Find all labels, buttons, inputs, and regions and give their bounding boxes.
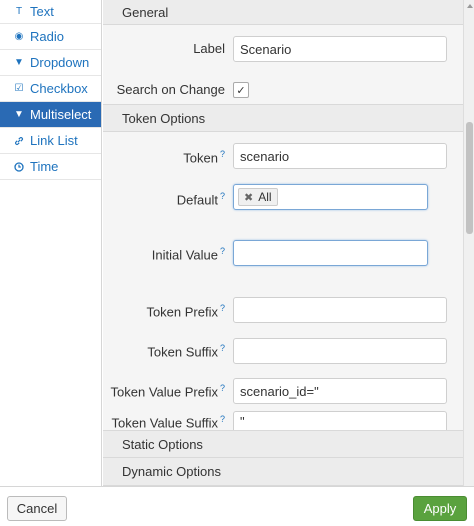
- section-dynamic-options-header[interactable]: Dynamic Options: [103, 458, 463, 486]
- sidebar-item-label: Multiselect: [30, 107, 92, 122]
- checkbox-icon: ☑: [14, 83, 24, 94]
- token-prefix-label: Token Prefix?: [146, 303, 225, 319]
- help-icon[interactable]: ?: [220, 343, 225, 353]
- default-label-text: Default: [176, 192, 218, 208]
- row-initial-value: Initial Value?: [103, 230, 463, 286]
- cancel-button[interactable]: Cancel: [7, 496, 67, 521]
- search-on-change-label: Search on Change: [116, 82, 225, 97]
- initial-value-label-text: Initial Value: [151, 247, 218, 263]
- token-value-suffix-label-text: Token Value Suffix: [111, 415, 218, 430]
- sidebar-item-text[interactable]: T Text: [0, 0, 101, 24]
- label-field-label: Label: [193, 41, 225, 56]
- token-prefix-label-text: Token Prefix: [146, 304, 218, 320]
- token-suffix-label-text: Token Suffix: [147, 344, 218, 360]
- sidebar-item-label: Dropdown: [30, 55, 90, 70]
- apply-button[interactable]: Apply: [413, 496, 467, 521]
- link-icon: [14, 136, 24, 146]
- token-suffix-input[interactable]: [233, 338, 447, 364]
- clock-icon: [14, 161, 24, 172]
- chip-label: All: [258, 190, 272, 204]
- panel-scrollbar[interactable]: [463, 0, 474, 486]
- initial-value-label: Initial Value?: [152, 246, 225, 262]
- section-general-body: Label Scenario Search on Change ✓: [103, 25, 463, 104]
- radio-icon: ◉: [14, 31, 24, 42]
- token-value-suffix-input[interactable]: ": [233, 411, 447, 430]
- initial-value-multiselect[interactable]: [233, 240, 428, 266]
- default-label: Default?: [177, 191, 225, 207]
- section-title: Static Options: [122, 436, 203, 452]
- label-input[interactable]: Scenario: [233, 36, 447, 62]
- section-title: Token Options: [122, 110, 206, 126]
- link-icon-svg: [15, 136, 23, 145]
- token-suffix-label: Token Suffix?: [147, 343, 225, 359]
- dropdown-icon: ▼: [14, 57, 24, 68]
- remove-chip-icon[interactable]: ✖: [244, 191, 253, 204]
- token-label: Token?: [183, 149, 225, 165]
- default-multiselect[interactable]: ✖ All: [233, 184, 428, 210]
- token-value-prefix-label-text: Token Value Prefix: [110, 384, 218, 400]
- search-on-change-checkbox[interactable]: ✓: [233, 82, 249, 98]
- sidebar-item-checkbox[interactable]: ☑ Checkbox: [0, 76, 101, 102]
- section-token-options-body: Token? scenario Default? ✖ All Initial V…: [103, 132, 463, 430]
- help-icon[interactable]: ?: [220, 191, 225, 201]
- sidebar-item-label: Radio: [30, 29, 64, 44]
- text-icon: T: [15, 6, 23, 17]
- sidebar-item-multiselect[interactable]: ▼ Multiselect: [0, 102, 101, 128]
- sidebar-item-label: Link List: [30, 133, 78, 148]
- multiselect-icon: ▼: [14, 109, 24, 120]
- dialog-footer: Cancel Apply: [0, 486, 474, 526]
- sidebar-item-time[interactable]: Time: [0, 154, 101, 180]
- scrollbar-thumb[interactable]: [466, 122, 473, 234]
- help-icon[interactable]: ?: [220, 246, 225, 256]
- sidebar-item-radio[interactable]: ◉ Radio: [0, 24, 101, 50]
- default-chip: ✖ All: [238, 188, 278, 206]
- section-general-header[interactable]: General: [103, 0, 463, 25]
- help-icon[interactable]: ?: [220, 303, 225, 313]
- row-search-on-change: Search on Change ✓: [103, 72, 463, 104]
- token-value-suffix-label: Token Value Suffix?: [112, 414, 226, 430]
- section-title: Dynamic Options: [122, 464, 221, 479]
- clock-icon-svg: [14, 161, 24, 172]
- row-token: Token? scenario: [103, 132, 463, 174]
- row-token-suffix: Token Suffix?: [103, 326, 463, 366]
- settings-panel: General Label Scenario Search on Change …: [103, 0, 463, 486]
- check-icon: ✓: [236, 84, 246, 97]
- row-token-prefix: Token Prefix?: [103, 286, 463, 326]
- section-title: General: [122, 4, 169, 20]
- token-value-prefix-input[interactable]: scenario_id=": [233, 378, 447, 404]
- token-input[interactable]: scenario: [233, 143, 447, 169]
- row-default: Default? ✖ All: [103, 174, 463, 230]
- help-icon[interactable]: ?: [220, 383, 225, 393]
- sidebar-item-link-list[interactable]: Link List: [0, 128, 101, 154]
- section-static-options-header[interactable]: Static Options: [103, 430, 463, 458]
- row-token-value-prefix: Token Value Prefix? scenario_id=": [103, 366, 463, 406]
- row-token-value-suffix: Token Value Suffix? ": [103, 406, 463, 430]
- sidebar-item-label: Checkbox: [30, 81, 88, 96]
- section-token-options-header[interactable]: Token Options: [103, 104, 463, 132]
- input-type-sidebar: T Text ◉ Radio ▼ Dropdown ☑ Checkbox ▼ M…: [0, 0, 102, 486]
- sidebar-item-label: Text: [30, 4, 54, 19]
- help-icon[interactable]: ?: [220, 414, 225, 424]
- scroll-up-icon[interactable]: [467, 4, 473, 8]
- token-value-prefix-label: Token Value Prefix?: [111, 383, 225, 399]
- help-icon[interactable]: ?: [220, 149, 225, 159]
- token-prefix-input[interactable]: [233, 297, 447, 323]
- sidebar-item-label: Time: [30, 159, 59, 174]
- token-label-text: Token: [183, 150, 218, 166]
- row-label: Label Scenario: [103, 25, 463, 72]
- sidebar-item-dropdown[interactable]: ▼ Dropdown: [0, 50, 101, 76]
